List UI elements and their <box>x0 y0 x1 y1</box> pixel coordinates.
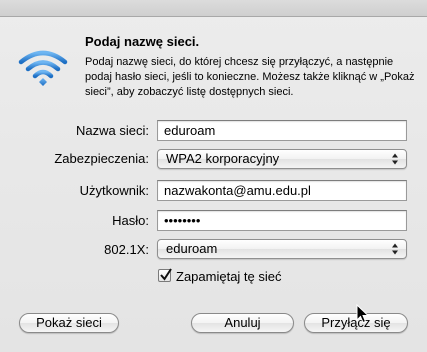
mouse-pointer-icon <box>356 303 370 329</box>
eap-label: 802.1X: <box>104 242 149 257</box>
up-down-arrows-icon <box>391 242 399 256</box>
dialog-description: Podaj nazwę sieci, do której chcesz się … <box>85 56 415 98</box>
window-titlebar[interactable] <box>0 0 427 17</box>
network-name-field[interactable]: eduroam <box>157 120 407 141</box>
security-select-value: WPA2 korporacyjny <box>166 151 280 166</box>
username-label: Użytkownik: <box>79 183 149 198</box>
eap-select-value: eduroam <box>166 241 218 256</box>
up-down-arrows-icon <box>391 152 399 166</box>
checkmark-icon <box>160 268 172 281</box>
dialog-title: Podaj nazwę sieci. <box>85 34 200 49</box>
password-field[interactable]: •••••••• <box>157 210 407 231</box>
remember-network-label[interactable]: Zapamiętaj tę sieć <box>176 269 282 284</box>
security-label: Zabezpieczenia: <box>54 151 149 166</box>
password-label: Hasło: <box>112 213 149 228</box>
remember-network-checkbox[interactable] <box>158 268 172 282</box>
network-name-label: Nazwa sieci: <box>76 123 149 138</box>
eap-select[interactable]: eduroam <box>157 239 407 259</box>
username-field[interactable]: nazwakonta@amu.edu.pl <box>157 180 407 201</box>
security-select[interactable]: WPA2 korporacyjny <box>157 149 407 169</box>
wifi-icon <box>18 48 68 93</box>
cancel-button[interactable]: Anuluj <box>191 313 294 333</box>
show-networks-button[interactable]: Pokaż sieci <box>19 313 119 333</box>
